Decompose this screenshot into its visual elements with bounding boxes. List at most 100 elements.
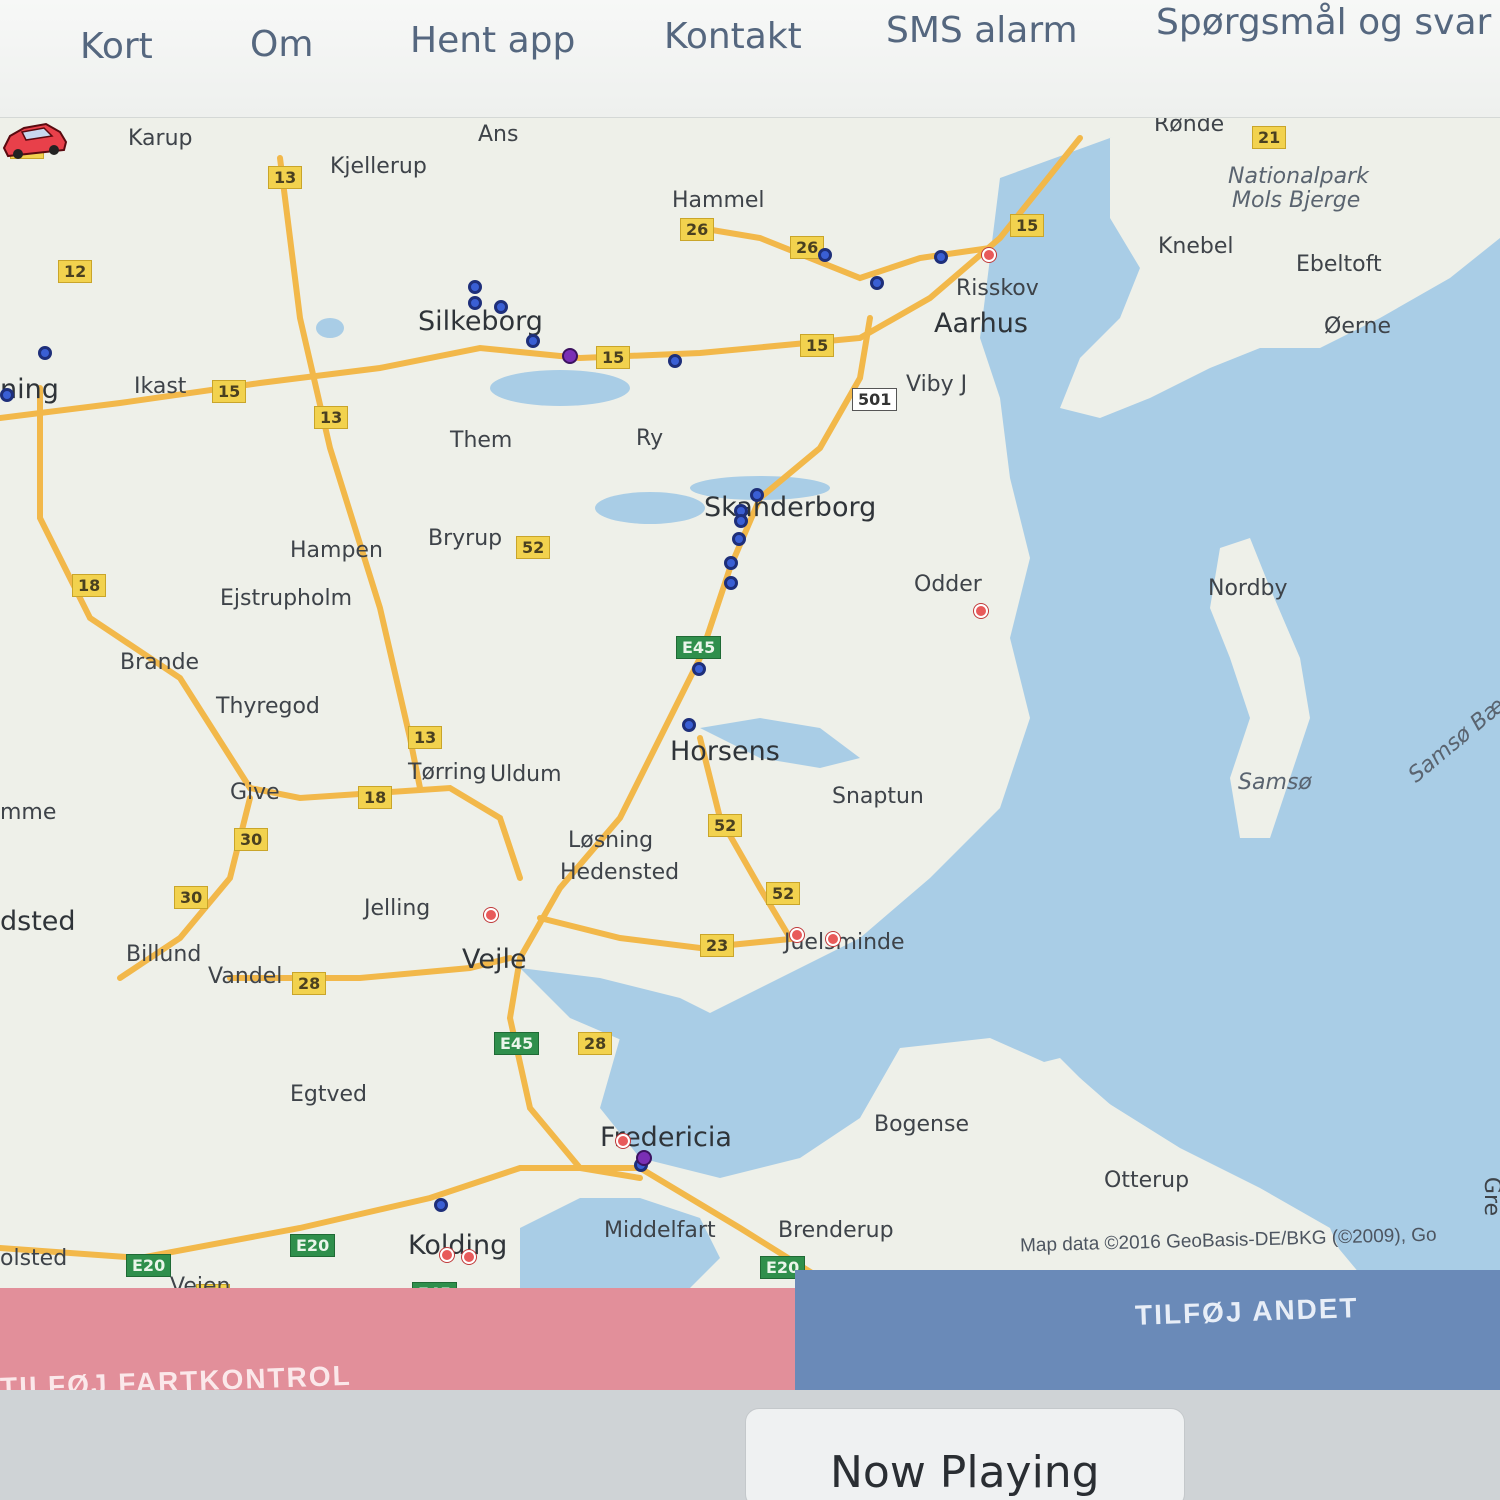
map-pin-blue[interactable] (734, 514, 748, 528)
place-label: Nationalpark (1228, 164, 1369, 189)
place-label: Øerne (1324, 314, 1391, 339)
map-pin-blue[interactable] (0, 388, 14, 402)
road-shield: 26 (680, 218, 715, 241)
road-shield: 28 (292, 972, 327, 995)
map-pin-purple[interactable] (636, 1150, 652, 1166)
place-label: Løsning (568, 828, 654, 853)
road-shield: 13 (268, 166, 303, 189)
road-shield: 52 (516, 536, 551, 559)
road-18 (37, 385, 523, 881)
map-pin-blue[interactable] (468, 280, 482, 294)
road-shield: 52 (708, 814, 743, 837)
road-shield: 28 (578, 1032, 613, 1055)
map-pin-blue[interactable] (934, 250, 948, 264)
road-shield: E45 (676, 636, 722, 659)
map-pin-blue[interactable] (870, 276, 884, 290)
road-shield: E20 (290, 1234, 336, 1257)
road-shield: 15 (800, 334, 835, 357)
now-playing-label: Now Playing (830, 1447, 1100, 1498)
place-label: Thyregod (216, 694, 320, 719)
nav-om[interactable]: Om (250, 24, 313, 65)
place-label: Hammel (672, 188, 765, 213)
map-pin-red[interactable] (974, 604, 988, 618)
map-pin-blue[interactable] (468, 296, 482, 310)
nav-faq[interactable]: Spørgsmål og svar (1156, 2, 1491, 43)
place-label: Risskov (956, 276, 1039, 301)
place-label: Mols Bjerge (1232, 188, 1361, 213)
add-other-button[interactable]: TILFØJ ANDET (795, 1270, 1500, 1390)
place-label: Hampen (290, 538, 383, 563)
map-pin-blue[interactable] (434, 1198, 448, 1212)
place-label: Bogense (874, 1112, 969, 1137)
road-shield: 12 (58, 260, 93, 283)
road-shield: 15 (212, 380, 247, 403)
place-label: Karup (128, 126, 193, 151)
place-label: Ebeltoft (1296, 252, 1382, 277)
road-shield: 15 (596, 346, 631, 369)
map-pin-blue[interactable] (724, 576, 738, 590)
map-pin-blue[interactable] (750, 488, 764, 502)
map-pin-blue[interactable] (38, 346, 52, 360)
place-label-silkeborg: Silkeborg (418, 306, 543, 337)
place-label: Ikast (134, 374, 187, 399)
place-label: Billund (126, 942, 202, 967)
map-pin-blue[interactable] (692, 662, 706, 676)
place-label: Jelling (364, 896, 431, 921)
lake-skanderborg (595, 492, 705, 524)
map-pin-blue[interactable] (818, 248, 832, 262)
place-label: Tørring (408, 760, 487, 785)
map-pin-red[interactable] (982, 248, 996, 262)
map-pin-blue[interactable] (494, 300, 508, 314)
map-pin-red[interactable] (826, 932, 840, 946)
road-shield: 21 (1252, 126, 1287, 149)
nav-hent-app[interactable]: Hent app (410, 20, 575, 61)
place-label: Brenderup (778, 1218, 894, 1243)
place-label: mme (0, 800, 57, 825)
road-shield: 23 (700, 934, 735, 957)
map-view[interactable]: 34 13 12 26 26 15 21 15 15 15 13 501 52 … (0, 118, 1500, 1298)
place-label: olsted (0, 1246, 68, 1271)
road-shield: 15 (1010, 214, 1045, 237)
map-pin-red[interactable] (484, 908, 498, 922)
map-pin-red[interactable] (462, 1250, 476, 1264)
place-label: dsted (0, 906, 76, 937)
map-pin-blue[interactable] (526, 334, 540, 348)
nav-kontakt[interactable]: Kontakt (664, 16, 802, 57)
road-shield: 18 (72, 574, 107, 597)
road-shield: E45 (494, 1032, 540, 1055)
road-shield: 13 (314, 406, 349, 429)
nav-sms-alarm[interactable]: SMS alarm (886, 10, 1078, 51)
place-label: Middelfart (604, 1218, 716, 1243)
place-label: Otterup (1104, 1168, 1190, 1193)
place-label-skanderborg: Skanderborg (704, 492, 877, 523)
place-label: Hedensted (560, 860, 680, 885)
fjord-vejle (520, 968, 720, 1048)
map-pin-blue[interactable] (732, 532, 746, 546)
place-label-vejle: Vejle (462, 944, 527, 975)
place-label-horsens: Horsens (670, 736, 780, 767)
road-shield: 52 (766, 882, 801, 905)
map-pin-blue[interactable] (668, 354, 682, 368)
map-pin-red[interactable] (790, 928, 804, 942)
place-label: Brande (120, 650, 200, 675)
place-label: Snaptun (832, 784, 924, 809)
map-pin-purple[interactable] (562, 348, 578, 364)
map-pin-blue[interactable] (682, 718, 696, 732)
road-shield: E20 (126, 1254, 172, 1277)
car-location-icon (2, 122, 68, 159)
map-pin-red[interactable] (440, 1248, 454, 1262)
place-label: Nordby (1208, 576, 1288, 601)
road-shield: 18 (358, 786, 393, 809)
place-label: Rønde (1154, 118, 1225, 137)
place-label: Egtved (290, 1082, 368, 1107)
lake-silkeborg (490, 370, 630, 406)
map-pin-red[interactable] (616, 1134, 630, 1148)
place-label: Them (450, 428, 513, 453)
road-23 (537, 915, 803, 952)
place-label: Ejstrupholm (220, 586, 352, 611)
place-label: Odder (914, 572, 982, 597)
place-label: Ry (636, 426, 664, 451)
nav-kort[interactable]: Kort (80, 26, 153, 67)
map-pin-blue[interactable] (724, 556, 738, 570)
now-playing-button[interactable]: Now Playing (745, 1408, 1185, 1500)
